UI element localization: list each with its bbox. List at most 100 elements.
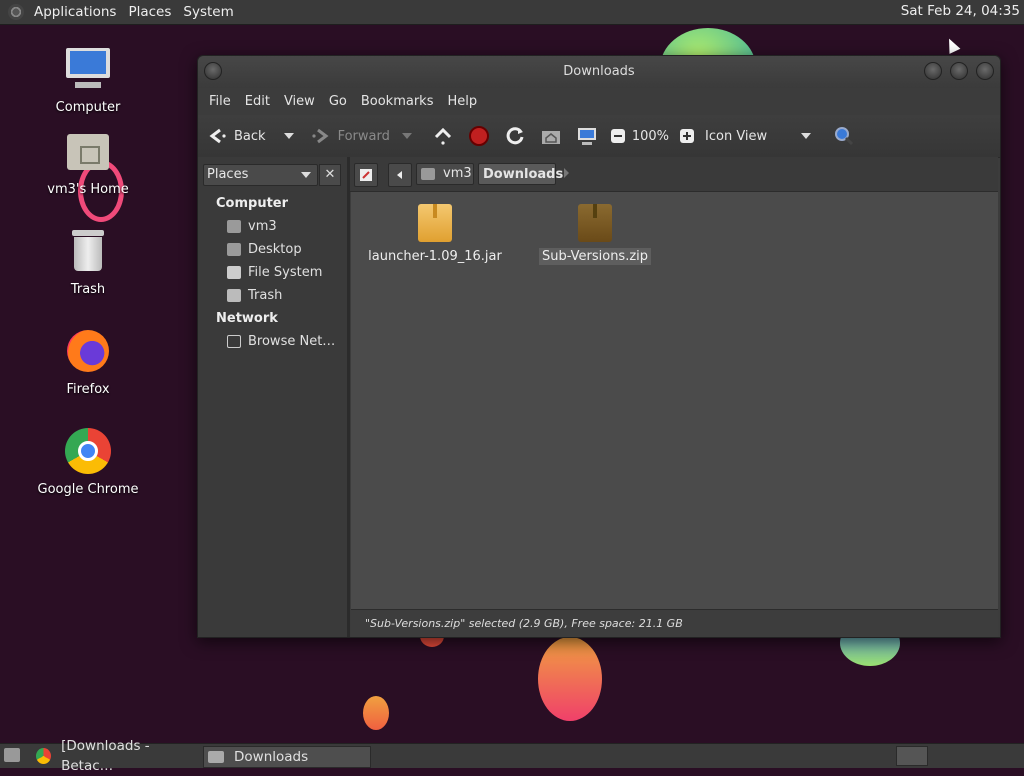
distro-logo-icon[interactable] <box>8 4 24 20</box>
task-label: Downloads <box>234 749 309 765</box>
sidebar: Places ✕ Computer vm3 Desktop File Syste… <box>198 157 350 637</box>
view-mode-label: Icon View <box>705 128 768 144</box>
file-name: launcher-1.09_16.jar <box>368 249 502 264</box>
maximize-button[interactable] <box>950 62 968 80</box>
desktop-icon-computer[interactable]: Computer <box>28 46 148 115</box>
wallpaper-bubble <box>538 637 602 721</box>
chrome-icon <box>63 428 113 478</box>
clock[interactable]: Sat Feb 24, 04:35 <box>901 3 1020 19</box>
home-icon[interactable] <box>540 125 562 147</box>
home-folder-icon <box>63 128 113 178</box>
minimize-button[interactable] <box>924 62 942 80</box>
task-downloads[interactable]: Downloads <box>203 746 371 768</box>
back-arrow-icon <box>206 125 228 147</box>
file-item-selected[interactable]: Sub-Versions.zip <box>520 204 670 265</box>
package-icon <box>418 204 452 242</box>
desktop-icon-label: vm3's Home <box>47 182 129 197</box>
drive-icon <box>227 266 241 279</box>
menu-edit[interactable]: Edit <box>238 94 277 109</box>
desktop-icon-label: Trash <box>70 282 106 297</box>
workspace-switcher[interactable] <box>896 746 928 766</box>
back-history-dropdown-icon[interactable] <box>283 133 294 139</box>
sidebar-mode-label: Places <box>207 167 249 182</box>
firefox-icon <box>63 328 113 378</box>
menu-help[interactable]: Help <box>440 94 484 109</box>
show-desktop-icon[interactable] <box>4 748 20 762</box>
crumb-label: vm3 <box>443 166 472 181</box>
up-arrow-icon[interactable] <box>432 125 454 147</box>
chrome-icon <box>36 748 52 764</box>
path-scroll-left-button[interactable] <box>388 163 412 187</box>
title-bar[interactable]: Downloads <box>198 56 1000 88</box>
sidebar-item-trash[interactable]: Trash <box>227 288 282 303</box>
file-manager-window: Downloads File Edit View Go Bookmarks He… <box>197 55 1001 638</box>
chevron-down-icon <box>301 172 311 178</box>
chevron-left-icon <box>397 171 402 179</box>
menu-view[interactable]: View <box>277 94 322 109</box>
back-label: Back <box>234 128 266 144</box>
window-title: Downloads <box>563 64 635 79</box>
desktop-icon-label: Google Chrome <box>37 482 139 497</box>
folder-icon <box>208 751 224 763</box>
forward-button[interactable]: Forward <box>310 125 412 147</box>
sidebar-close-button[interactable]: ✕ <box>319 164 341 186</box>
forward-label: Forward <box>337 128 390 144</box>
file-view[interactable]: launcher-1.09_16.jar Sub-Versions.zip <box>351 192 998 609</box>
home-folder-icon <box>227 220 241 233</box>
desktop-icon-trash[interactable]: Trash <box>28 228 148 297</box>
places-menu[interactable]: Places <box>122 4 177 20</box>
sidebar-mode-select[interactable]: Places <box>203 164 318 186</box>
sidebar-item-label: Desktop <box>248 242 302 257</box>
crumb-vm3[interactable]: vm3 <box>416 163 474 185</box>
menu-go[interactable]: Go <box>322 94 354 109</box>
trash-icon <box>227 289 241 302</box>
network-icon <box>227 335 241 348</box>
forward-arrow-icon <box>310 125 332 147</box>
menu-bar: File Edit View Go Bookmarks Help <box>198 88 1000 115</box>
menu-bookmarks[interactable]: Bookmarks <box>354 94 441 109</box>
sidebar-item-vm3[interactable]: vm3 <box>227 219 277 234</box>
path-bar: vm3 Downloads <box>350 157 998 192</box>
edit-location-button[interactable] <box>354 163 378 187</box>
file-item[interactable]: launcher-1.09_16.jar <box>360 204 510 265</box>
back-button[interactable]: Back <box>206 125 294 147</box>
menu-file[interactable]: File <box>202 94 238 109</box>
task-label: [Downloads - Betac… <box>61 738 150 774</box>
sidebar-heading-computer: Computer <box>216 196 289 211</box>
sidebar-item-label: File System <box>248 265 323 280</box>
zoom-level: 100% <box>631 128 670 144</box>
computer-icon[interactable] <box>576 125 598 147</box>
sidebar-item-label: Trash <box>248 288 283 303</box>
crumb-label: Downloads <box>483 167 564 182</box>
applications-menu[interactable]: Applications <box>28 4 122 20</box>
desktop-icon-firefox[interactable]: Firefox <box>28 328 148 397</box>
desktop-folder-icon <box>227 243 241 256</box>
top-panel: Applications Places System Sat Feb 24, 0… <box>0 0 1024 25</box>
forward-history-dropdown-icon[interactable] <box>401 133 412 139</box>
computer-icon <box>63 46 113 96</box>
stop-icon[interactable] <box>468 125 490 147</box>
desktop-icon-label: Computer <box>55 100 121 115</box>
zoom-out-icon[interactable] <box>610 128 626 144</box>
home-folder-icon <box>421 168 435 180</box>
crumb-downloads[interactable]: Downloads <box>478 163 563 185</box>
desktop-icon-chrome[interactable]: Google Chrome <box>28 428 148 497</box>
close-button[interactable] <box>976 62 994 80</box>
toolbar: Back Forward 100% Icon View <box>198 115 1000 158</box>
trash-icon <box>63 228 113 278</box>
pencil-icon <box>360 169 372 181</box>
view-mode-select[interactable]: Icon View <box>705 128 812 144</box>
reload-icon[interactable] <box>504 125 526 147</box>
archive-icon <box>578 204 612 242</box>
system-menu[interactable]: System <box>177 4 239 20</box>
sidebar-item-label: Browse Net… <box>248 334 336 349</box>
sidebar-item-browse-network[interactable]: Browse Net… <box>227 334 335 349</box>
sidebar-item-desktop[interactable]: Desktop <box>227 242 302 257</box>
path-scroll-right-button[interactable] <box>564 168 569 178</box>
search-icon[interactable] <box>833 125 855 147</box>
zoom-in-icon[interactable] <box>679 128 695 144</box>
sidebar-item-filesystem[interactable]: File System <box>227 265 322 280</box>
status-bar: "Sub-Versions.zip" selected (2.9 GB), Fr… <box>351 609 998 637</box>
task-browser[interactable]: [Downloads - Betac… <box>36 738 198 774</box>
desktop-icon-home[interactable]: vm3's Home <box>28 128 148 197</box>
